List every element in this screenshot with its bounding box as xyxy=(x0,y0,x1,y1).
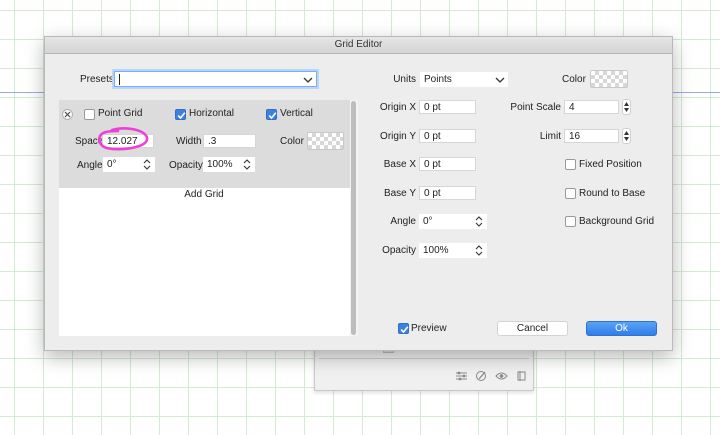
preview-label: Preview xyxy=(411,323,447,334)
presets-combo[interactable] xyxy=(114,71,317,87)
angle-label: Angle xyxy=(77,160,103,171)
width-input[interactable]: .3 xyxy=(203,134,256,148)
opacity-combo[interactable]: 100% xyxy=(203,157,255,172)
presets-label: Presets xyxy=(80,74,114,85)
angle-combo[interactable]: 0° xyxy=(419,214,487,229)
origin-x-input[interactable]: 0 pt xyxy=(419,100,476,114)
point-grid-label: Point Grid xyxy=(98,108,143,119)
angle-value: 0° xyxy=(107,159,117,170)
chevron-down-icon xyxy=(495,77,505,83)
opacity-value: 100% xyxy=(207,159,233,170)
updown-arrows-icon xyxy=(475,216,483,227)
point-scale-input[interactable]: 4 xyxy=(564,100,619,114)
limit-label: Limit xyxy=(539,131,561,142)
vertical-checkbox[interactable] xyxy=(266,109,277,120)
updown-arrows-icon xyxy=(143,159,151,170)
layer-icon[interactable] xyxy=(515,370,528,382)
origin-y-input[interactable]: 0 pt xyxy=(419,129,476,143)
vertical-label: Vertical xyxy=(280,108,313,119)
angle-value: 0° xyxy=(423,216,433,227)
eye-icon[interactable] xyxy=(495,370,508,382)
checkmark-icon xyxy=(400,326,409,334)
limit-stepper[interactable] xyxy=(622,128,631,144)
background-grid-label: Background Grid xyxy=(579,216,655,227)
color-label: Color xyxy=(280,136,304,147)
angle-combo[interactable]: 0° xyxy=(103,157,155,172)
opacity-combo[interactable]: 100% xyxy=(419,243,487,258)
point-scale-label: Point Scale xyxy=(510,102,561,113)
fixed-position-label: Fixed Position xyxy=(579,159,642,170)
cancel-button[interactable]: Cancel xyxy=(497,321,568,336)
point-scale-stepper[interactable] xyxy=(622,99,631,115)
base-y-input[interactable]: 0 pt xyxy=(419,186,476,200)
updown-arrows-icon xyxy=(243,159,251,170)
base-y-label: Base Y xyxy=(383,188,416,199)
close-icon xyxy=(64,111,71,118)
color-label: Color xyxy=(562,74,586,85)
background-panel xyxy=(314,345,534,391)
base-x-label: Base X xyxy=(383,159,416,170)
preview-checkbox[interactable] xyxy=(398,323,409,334)
grid-editor-dialog: Grid Editor Presets Point Grid Horizonta… xyxy=(44,36,673,351)
brush-icon[interactable] xyxy=(475,370,488,382)
add-grid-button[interactable]: Add Grid xyxy=(175,188,233,203)
opacity-label: Opacity xyxy=(382,245,416,256)
updown-arrows-icon xyxy=(624,131,629,141)
horizontal-label: Horizontal xyxy=(189,108,235,119)
scrollbar-thumb[interactable] xyxy=(351,101,356,335)
ok-button[interactable]: Ok xyxy=(586,321,657,336)
point-grid-checkbox[interactable] xyxy=(84,109,95,120)
updown-arrows-icon xyxy=(624,102,629,112)
grid-color-swatch[interactable] xyxy=(307,132,344,150)
sliders-icon[interactable] xyxy=(455,370,468,382)
dialog-title: Grid Editor xyxy=(45,37,672,54)
color-swatch[interactable] xyxy=(590,70,628,88)
round-to-base-checkbox[interactable] xyxy=(565,188,576,199)
remove-grid-button[interactable] xyxy=(62,109,73,120)
updown-arrows-icon xyxy=(475,245,483,256)
text-cursor xyxy=(119,74,120,85)
opacity-value: 100% xyxy=(423,245,449,256)
units-combo[interactable]: Points xyxy=(420,72,508,87)
units-value: Points xyxy=(424,74,452,85)
units-label: Units xyxy=(393,74,416,85)
limit-input[interactable]: 16 xyxy=(564,129,619,143)
chevron-down-icon[interactable] xyxy=(303,75,313,85)
origin-x-label: Origin X xyxy=(379,102,416,113)
annotation-circle xyxy=(98,127,149,151)
origin-y-label: Origin Y xyxy=(380,131,416,142)
horizontal-checkbox[interactable] xyxy=(175,109,186,120)
panel-divider xyxy=(319,358,529,359)
opacity-label: Opacity xyxy=(169,160,203,171)
base-x-input[interactable]: 0 pt xyxy=(419,157,476,171)
round-to-base-label: Round to Base xyxy=(579,188,646,199)
fixed-position-checkbox[interactable] xyxy=(565,159,576,170)
background-grid-checkbox[interactable] xyxy=(565,216,576,227)
width-label: Width xyxy=(176,136,202,147)
checkmark-icon xyxy=(177,112,186,120)
angle-label: Angle xyxy=(390,216,416,227)
checkmark-icon xyxy=(268,112,277,120)
